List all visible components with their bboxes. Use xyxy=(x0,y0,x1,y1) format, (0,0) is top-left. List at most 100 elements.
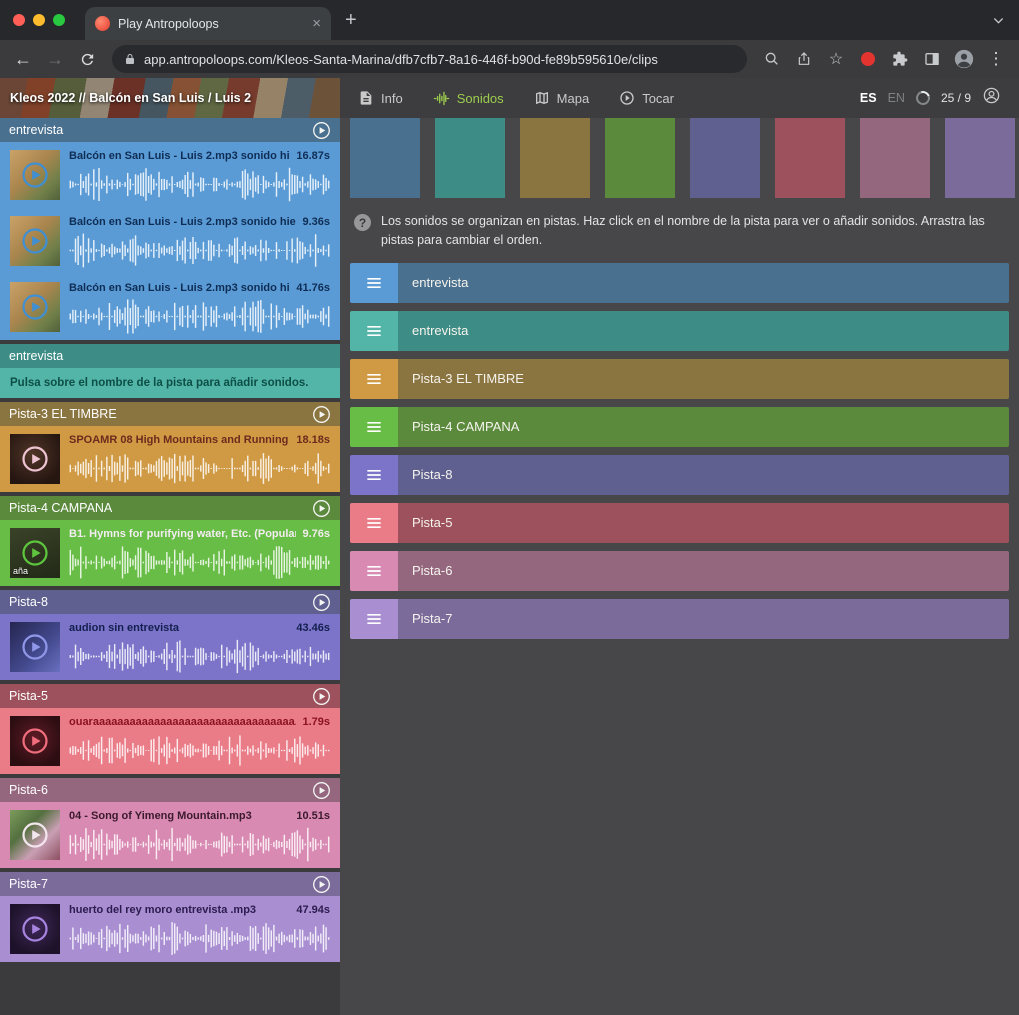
record-dot-icon[interactable] xyxy=(853,44,883,74)
clip-thumbnail[interactable] xyxy=(10,216,60,266)
tab-sonidos[interactable]: Sonidos xyxy=(433,90,504,107)
breadcrumb[interactable]: Kleos 2022 // Balcón en San Luis / Luis … xyxy=(10,91,251,105)
track-header[interactable]: Pista-4 CAMPANA xyxy=(0,496,340,520)
account-icon[interactable] xyxy=(982,86,1001,110)
track-row-body[interactable]: entrevista xyxy=(398,263,1009,303)
tab-info[interactable]: Info xyxy=(358,90,403,106)
profile-avatar-icon[interactable] xyxy=(949,44,979,74)
track-play-icon[interactable] xyxy=(312,121,331,140)
drag-handle[interactable] xyxy=(350,263,398,303)
back-icon[interactable]: ← xyxy=(8,44,38,74)
track-row-body[interactable]: Pista-6 xyxy=(398,551,1009,591)
track-row-entrevista-1[interactable]: entrevista xyxy=(350,263,1009,303)
swatch-pista-7[interactable] xyxy=(945,118,1015,198)
swatch-pista-8[interactable] xyxy=(690,118,760,198)
clip[interactable]: ouaraaaaaaaaaaaaaaaaaaaaaaaaaaaaaaaaa...… xyxy=(0,708,340,774)
clip-thumbnail[interactable] xyxy=(10,716,60,766)
track-play-icon[interactable] xyxy=(312,687,331,706)
track-header[interactable]: Pista-3 EL TIMBRE xyxy=(0,402,340,426)
track-header[interactable]: Pista-6 xyxy=(0,778,340,802)
track-play-icon[interactable] xyxy=(312,781,331,800)
minimize-window-button[interactable] xyxy=(33,14,45,26)
track-row-body[interactable]: Pista-8 xyxy=(398,455,1009,495)
waveform[interactable] xyxy=(69,299,330,334)
close-window-button[interactable] xyxy=(13,14,25,26)
zoom-icon[interactable] xyxy=(757,44,787,74)
track-row-body[interactable]: entrevista xyxy=(398,311,1009,351)
url-text[interactable]: app.antropoloops.com/Kleos-Santa-Marina/… xyxy=(144,52,658,67)
drag-handle[interactable] xyxy=(350,407,398,447)
clip[interactable]: Balcón en San Luis - Luis 2.mp3 sonido h… xyxy=(0,274,340,340)
track-play-icon[interactable] xyxy=(312,875,331,894)
side-panel-icon[interactable] xyxy=(917,44,947,74)
waveform[interactable] xyxy=(69,233,330,268)
clip[interactable]: SPOAMR 08 High Mountains and Running ...… xyxy=(0,426,340,492)
tab-mapa[interactable]: Mapa xyxy=(534,90,590,106)
waveform[interactable] xyxy=(69,921,330,956)
drag-handle[interactable] xyxy=(350,551,398,591)
drag-handle[interactable] xyxy=(350,359,398,399)
tab-search-chevron-icon[interactable] xyxy=(992,14,1005,32)
track-row-pista-3[interactable]: Pista-3 EL TIMBRE xyxy=(350,359,1009,399)
swatch-pista-4[interactable] xyxy=(605,118,675,198)
bookmark-star-icon[interactable]: ☆ xyxy=(821,44,851,74)
waveform[interactable] xyxy=(69,167,330,202)
project-header-image[interactable]: Kleos 2022 // Balcón en San Luis / Luis … xyxy=(0,78,340,118)
drag-handle[interactable] xyxy=(350,599,398,639)
clip-thumbnail[interactable] xyxy=(10,904,60,954)
track-row-pista-6[interactable]: Pista-6 xyxy=(350,551,1009,591)
clip[interactable]: 04 - Song of Yimeng Mountain.mp310.51s xyxy=(0,802,340,868)
track-header[interactable]: Pista-8 xyxy=(0,590,340,614)
browser-menu-icon[interactable]: ⋮ xyxy=(981,44,1011,74)
track-header[interactable]: Pista-7 xyxy=(0,872,340,896)
track-header[interactable]: entrevista xyxy=(0,118,340,142)
clip[interactable]: audion sin entrevista43.46s xyxy=(0,614,340,680)
track-header[interactable]: Pista-5 xyxy=(0,684,340,708)
clip-thumbnail[interactable] xyxy=(10,434,60,484)
drag-handle[interactable] xyxy=(350,455,398,495)
tab-close-icon[interactable]: × xyxy=(312,16,321,31)
waveform[interactable] xyxy=(69,545,330,580)
clip-thumbnail[interactable] xyxy=(10,150,60,200)
track-row-pista-8[interactable]: Pista-8 xyxy=(350,455,1009,495)
new-tab-button[interactable]: + xyxy=(345,10,357,30)
fullscreen-window-button[interactable] xyxy=(53,14,65,26)
track-row-entrevista-2[interactable]: entrevista xyxy=(350,311,1009,351)
swatch-pista-3[interactable] xyxy=(520,118,590,198)
waveform[interactable] xyxy=(69,451,330,486)
language-es-button[interactable]: ES xyxy=(860,91,877,105)
drag-handle[interactable] xyxy=(350,311,398,351)
track-play-icon[interactable] xyxy=(312,499,331,518)
clip-thumbnail[interactable] xyxy=(10,810,60,860)
waveform[interactable] xyxy=(69,639,330,674)
tab-tocar[interactable]: Tocar xyxy=(619,90,674,106)
track-row-pista-4[interactable]: Pista-4 CAMPANA xyxy=(350,407,1009,447)
waveform[interactable] xyxy=(69,827,330,862)
clip[interactable]: Balcón en San Luis - Luis 2.mp3 sonido h… xyxy=(0,142,340,208)
reload-icon[interactable] xyxy=(72,44,102,74)
clip[interactable]: huerto del rey moro entrevista .mp347.94… xyxy=(0,896,340,962)
swatch-pista-5[interactable] xyxy=(775,118,845,198)
share-icon[interactable] xyxy=(789,44,819,74)
track-row-pista-5[interactable]: Pista-5 xyxy=(350,503,1009,543)
address-bar[interactable]: app.antropoloops.com/Kleos-Santa-Marina/… xyxy=(112,45,747,73)
swatch-entrevista-2[interactable] xyxy=(435,118,505,198)
clip-thumbnail[interactable]: aña xyxy=(10,528,60,578)
swatch-pista-6[interactable] xyxy=(860,118,930,198)
language-en-button[interactable]: EN xyxy=(888,91,905,105)
track-row-body[interactable]: Pista-4 CAMPANA xyxy=(398,407,1009,447)
clip-thumbnail[interactable] xyxy=(10,622,60,672)
clip[interactable]: aña B1. Hymns for purifying water, Etc. … xyxy=(0,520,340,586)
clip-thumbnail[interactable] xyxy=(10,282,60,332)
browser-tab[interactable]: Play Antropoloops × xyxy=(85,7,331,40)
track-header[interactable]: entrevista xyxy=(0,344,340,368)
track-play-icon[interactable] xyxy=(312,405,331,424)
waveform[interactable] xyxy=(69,733,330,768)
track-play-icon[interactable] xyxy=(312,593,331,612)
track-row-body[interactable]: Pista-7 xyxy=(398,599,1009,639)
track-row-pista-7[interactable]: Pista-7 xyxy=(350,599,1009,639)
extensions-icon[interactable] xyxy=(885,44,915,74)
track-row-body[interactable]: Pista-5 xyxy=(398,503,1009,543)
swatch-entrevista-1[interactable] xyxy=(350,118,420,198)
track-row-body[interactable]: Pista-3 EL TIMBRE xyxy=(398,359,1009,399)
